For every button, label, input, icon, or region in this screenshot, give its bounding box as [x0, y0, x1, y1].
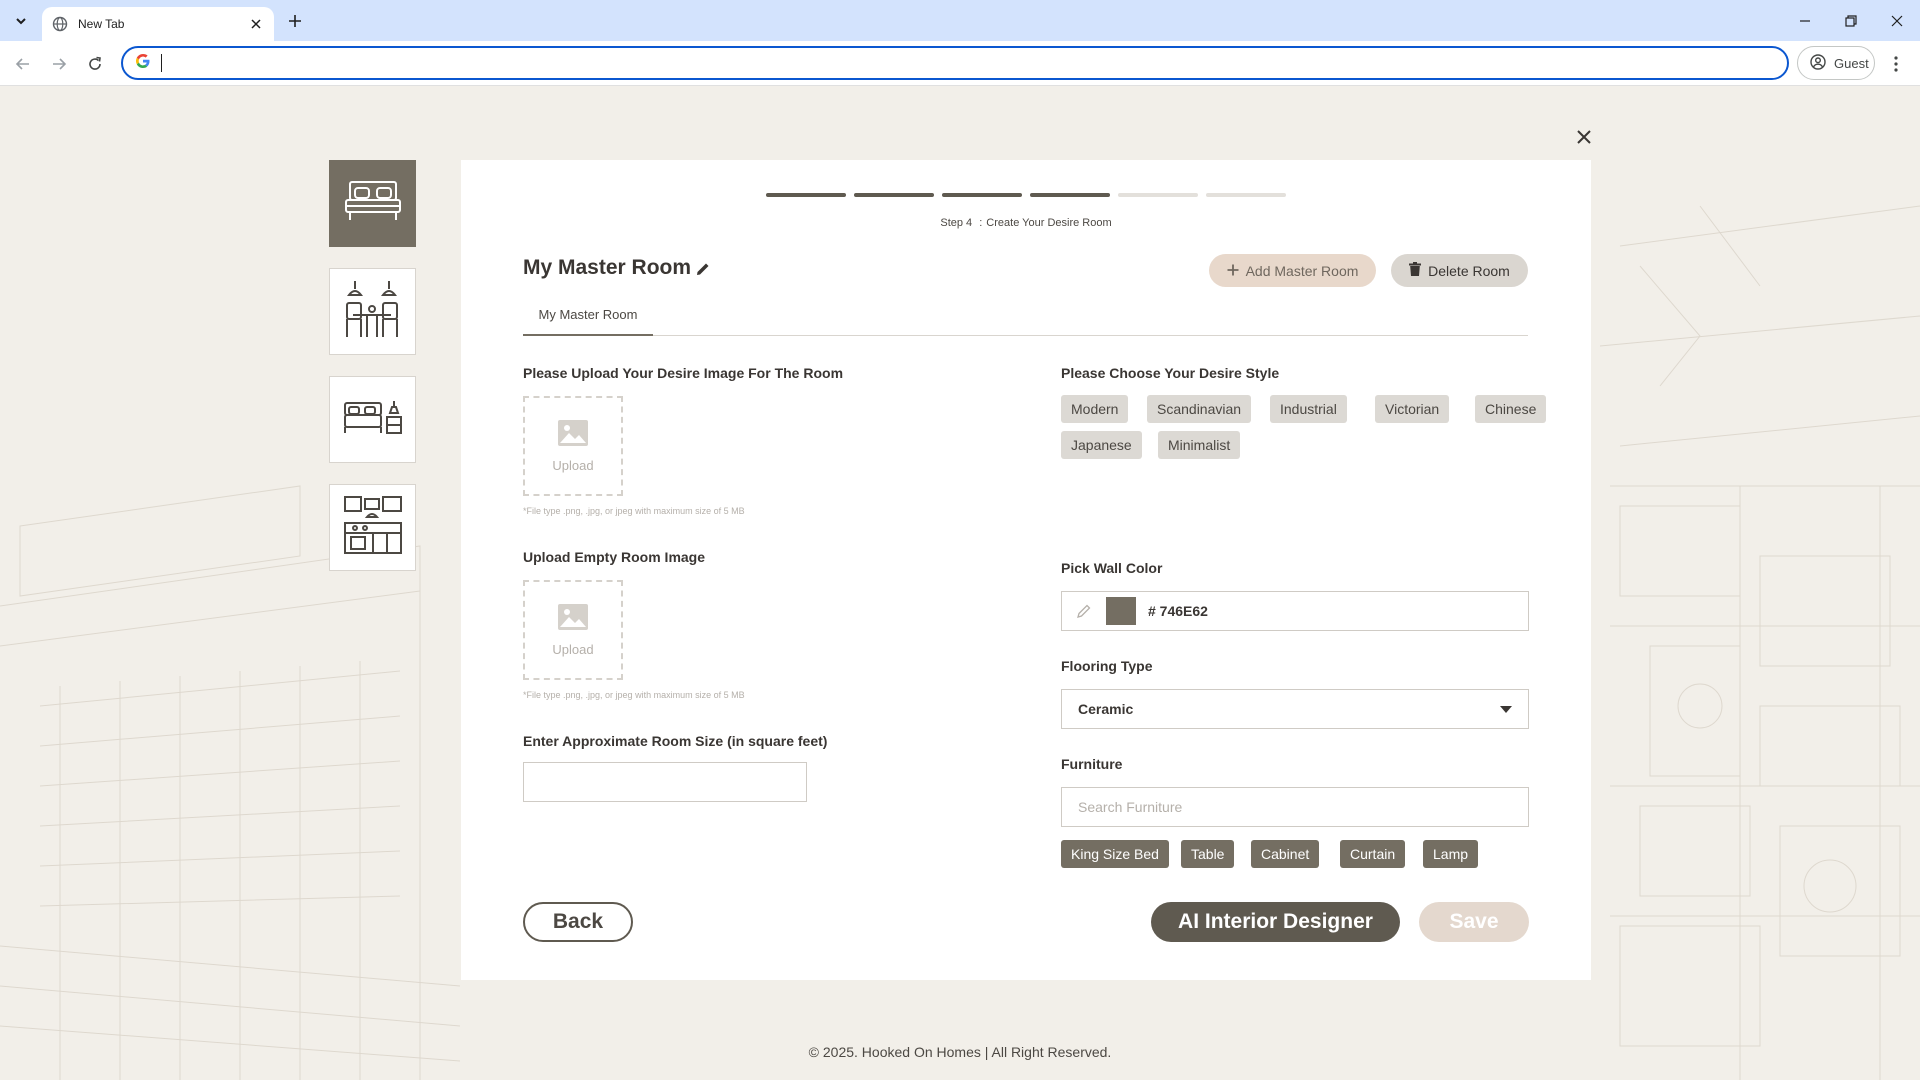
style-chip-industrial[interactable]: Industrial	[1270, 395, 1347, 423]
room-title: My Master Room	[523, 256, 692, 279]
step-number: Step 4	[940, 217, 973, 229]
progress-segment	[766, 193, 846, 197]
room-size-label: Enter Approximate Room Size (in square f…	[523, 733, 828, 749]
caret-down-icon	[1500, 701, 1512, 717]
style-chip-modern[interactable]: Modern	[1061, 395, 1129, 423]
minimize-icon[interactable]	[1782, 0, 1828, 41]
flooring-type-label: Flooring Type	[1061, 658, 1153, 674]
guest-label: Guest	[1834, 55, 1869, 71]
upload-label: Upload	[552, 642, 594, 657]
bedroom-nightstand-icon	[343, 397, 403, 442]
add-master-room-button[interactable]: Add Master Room	[1209, 254, 1376, 287]
desire-style-label: Please Choose Your Desire Style	[1061, 365, 1280, 381]
furniture-chip-curtain[interactable]: Curtain	[1340, 840, 1406, 868]
progress-segment	[1118, 193, 1198, 197]
new-tab-plus-icon[interactable]	[283, 9, 307, 33]
tab-my-master-room[interactable]: My Master Room	[523, 294, 653, 336]
guest-profile-button[interactable]: Guest	[1797, 46, 1875, 80]
upload-label: Upload	[552, 458, 594, 473]
progress-segment	[1030, 193, 1110, 197]
google-g-icon	[135, 53, 151, 74]
delete-room-label: Delete Room	[1428, 262, 1510, 279]
furniture-chip-cabinet[interactable]: Cabinet	[1251, 840, 1320, 868]
step-separator: :	[979, 217, 983, 229]
bedroom-icon	[344, 178, 402, 229]
forward-arrow-icon[interactable]	[46, 51, 72, 77]
profile-avatar-icon	[1810, 53, 1826, 73]
footer-copyright: © 2025. Hooked On Homes | All Right Rese…	[808, 1044, 1112, 1060]
trash-icon	[1409, 262, 1422, 279]
image-placeholder-icon	[557, 603, 589, 636]
room-wizard-card: Step 4 : Create Your Desire Room My Maste…	[461, 160, 1591, 980]
tab-search-chevron-icon[interactable]	[10, 10, 32, 32]
add-master-room-label: Add Master Room	[1245, 262, 1359, 279]
wall-color-swatch[interactable]	[1106, 597, 1136, 625]
close-wizard-icon[interactable]	[1572, 125, 1596, 149]
room-size-input[interactable]	[523, 762, 807, 802]
room-thumb-bedroom[interactable]	[329, 160, 416, 247]
room-tabs-divider	[523, 335, 1528, 336]
back-button[interactable]: Back	[523, 902, 633, 942]
step-indicator: Step 4 : Create Your Desire Room	[461, 217, 1591, 229]
image-placeholder-icon	[557, 419, 589, 452]
file-type-hint: *File type .png, .jpg, or jpeg with maxi…	[523, 690, 745, 700]
room-thumb-dining[interactable]	[329, 268, 416, 355]
progress-segment	[1206, 193, 1286, 197]
wall-color-hex-value: # 746E62	[1148, 603, 1208, 619]
browser-toolbar: Guest	[0, 41, 1920, 86]
page-background: Step 4 : Create Your Desire Room My Maste…	[0, 86, 1920, 1080]
style-chip-japanese[interactable]: Japanese	[1061, 431, 1142, 459]
browser-tab-bar: New Tab	[0, 0, 1920, 41]
furniture-search-input[interactable]	[1061, 787, 1529, 827]
room-thumb-guest-bedroom[interactable]	[329, 376, 416, 463]
restore-icon[interactable]	[1828, 0, 1874, 41]
style-chip-chinese[interactable]: Chinese	[1475, 395, 1547, 423]
furniture-label: Furniture	[1061, 756, 1123, 772]
browser-tab[interactable]: New Tab	[42, 7, 274, 41]
edit-pencil-icon[interactable]	[693, 259, 713, 279]
desire-image-upload[interactable]: Upload	[523, 396, 623, 496]
tab-close-icon[interactable]	[248, 16, 264, 32]
step-progress-bar	[766, 193, 1286, 197]
flooring-type-select[interactable]: Ceramic	[1061, 689, 1529, 729]
room-thumb-kitchen[interactable]	[329, 484, 416, 571]
eyedropper-pencil-icon[interactable]	[1062, 603, 1106, 619]
wall-color-picker[interactable]: # 746E62	[1061, 591, 1529, 631]
furniture-chip-table[interactable]: Table	[1181, 840, 1235, 868]
style-chip-victorian[interactable]: Victorian	[1375, 395, 1450, 423]
kitchen-icon	[343, 495, 403, 560]
furniture-chip-king-size-bed[interactable]: King Size Bed	[1061, 840, 1169, 868]
tab-title: New Tab	[78, 17, 125, 31]
style-chip-minimalist[interactable]: Minimalist	[1158, 431, 1241, 459]
dining-room-icon	[343, 279, 403, 344]
progress-segment	[854, 193, 934, 197]
progress-segment	[942, 193, 1022, 197]
style-chip-scandinavian[interactable]: Scandinavian	[1147, 395, 1252, 423]
file-type-hint: *File type .png, .jpg, or jpeg with maxi…	[523, 506, 745, 516]
back-arrow-icon[interactable]	[10, 51, 36, 77]
window-close-icon[interactable]	[1874, 0, 1920, 41]
furniture-chip-lamp[interactable]: Lamp	[1423, 840, 1479, 868]
delete-room-button[interactable]: Delete Room	[1391, 254, 1528, 287]
omnibox-address-bar[interactable]	[121, 46, 1789, 80]
empty-room-image-label: Upload Empty Room Image	[523, 549, 706, 565]
globe-icon	[52, 16, 68, 32]
empty-room-image-upload[interactable]: Upload	[523, 580, 623, 680]
flooring-selected-value: Ceramic	[1078, 701, 1134, 717]
desire-image-label: Please Upload Your Desire Image For The …	[523, 365, 844, 381]
ai-interior-designer-button[interactable]: AI Interior Designer	[1151, 902, 1400, 942]
reload-icon[interactable]	[82, 51, 108, 77]
browser-menu-kebab-icon[interactable]	[1884, 51, 1908, 77]
step-title: Create Your Desire Room	[986, 217, 1112, 229]
wall-color-label: Pick Wall Color	[1061, 560, 1163, 576]
save-button[interactable]: Save	[1419, 902, 1529, 942]
plus-icon	[1227, 263, 1239, 279]
omnibox-text-caret	[161, 54, 162, 72]
